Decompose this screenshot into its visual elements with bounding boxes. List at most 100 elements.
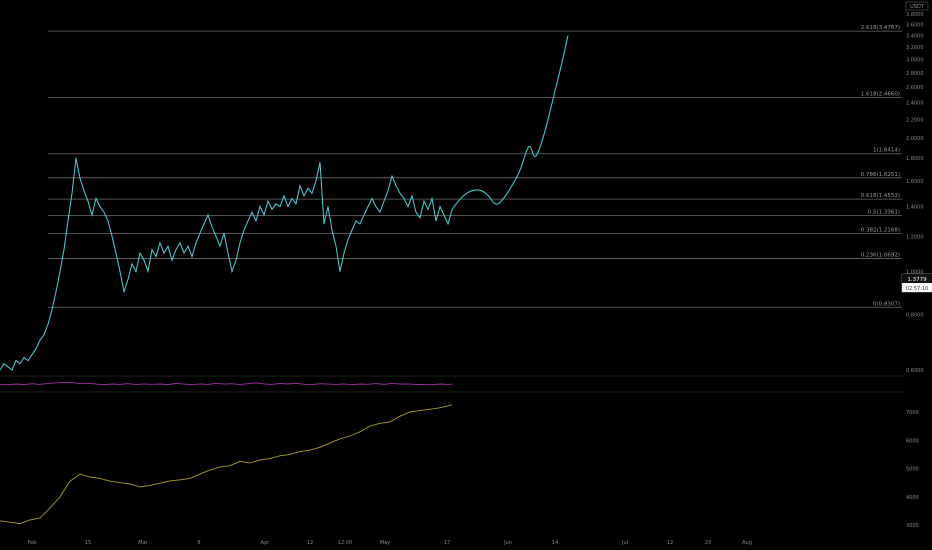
price-point: [375, 206, 377, 208]
price-point: [127, 278, 129, 280]
time-tick-label: 12:00: [338, 540, 352, 546]
volume-point: [89, 476, 91, 478]
price-point: [335, 245, 337, 247]
volume-point: [199, 473, 201, 475]
price-tick-label: 3.8000: [906, 12, 924, 18]
price-point: [19, 363, 21, 365]
price-point: [215, 235, 217, 237]
rsi-point: [199, 383, 201, 385]
volume-point: [289, 453, 291, 455]
time-tick-label: 23: [705, 540, 711, 546]
last-price-value: 1.3779: [907, 277, 927, 283]
volume-point: [359, 431, 361, 433]
price-point: [31, 354, 33, 356]
rsi-point: [343, 383, 345, 385]
rsi-point: [119, 384, 121, 385]
rsi-point: [159, 383, 161, 385]
time-tick-label: 12: [307, 540, 313, 546]
rsi-point: [95, 383, 97, 385]
chart-background: [0, 0, 932, 550]
rsi-point: [359, 383, 361, 385]
price-point: [303, 195, 305, 197]
fib-level-label: 0.236(1.0692): [861, 253, 900, 259]
countdown-timer: 02:57:10: [906, 286, 928, 292]
price-point: [163, 252, 165, 254]
rsi-point: [255, 382, 257, 384]
price-point: [79, 177, 81, 179]
fib-level-label: 0.786(1.6251): [861, 172, 900, 178]
rsi-point: [71, 382, 73, 383]
price-point: [175, 249, 177, 251]
time-tick-label: Feb: [28, 540, 37, 546]
volume-point: [419, 410, 421, 411]
price-point: [363, 214, 365, 216]
rsi-point: [231, 383, 233, 385]
price-point: [339, 270, 341, 272]
price-point: [227, 252, 229, 254]
price-tick-label: 1.8000: [906, 156, 924, 162]
price-point: [239, 242, 241, 244]
price-point: [331, 229, 333, 231]
fib-level-label: 1.618(2.4660): [861, 91, 900, 97]
fib-level-label: 0(0.8307): [873, 301, 900, 307]
price-point: [167, 245, 169, 247]
rsi-point: [215, 382, 217, 384]
chart-canvas[interactable]: USDT 2.618(3.4767) 1.618(2.4660) 1(1.8414)…: [0, 0, 932, 550]
price-point: [235, 259, 237, 261]
volume-point: [99, 477, 101, 479]
volume-point: [379, 422, 381, 424]
fib-level-label: 0.5(1.3361): [868, 210, 900, 216]
volume-point: [119, 482, 121, 484]
price-point: [411, 195, 413, 197]
rsi-point: [247, 383, 249, 384]
price-point: [67, 220, 69, 222]
price-point: [119, 270, 121, 272]
price-point: [99, 206, 101, 208]
rsi-point: [351, 384, 353, 386]
price-point: [315, 180, 317, 182]
price-point: [451, 209, 453, 211]
rsi-point: [447, 384, 449, 385]
price-point: [407, 206, 409, 208]
price-point: [15, 360, 17, 362]
rsi-point: [399, 383, 401, 385]
time-tick-label: May: [380, 540, 390, 546]
time-tick-label: 8: [197, 540, 200, 546]
volume-point: [59, 496, 61, 498]
rsi-point: [327, 383, 329, 385]
price-point: [115, 252, 117, 254]
time-tick-label: Mar: [138, 540, 148, 546]
price-point: [287, 206, 289, 208]
price-point: [347, 239, 349, 241]
price-point: [415, 211, 417, 213]
price-point: [35, 348, 37, 350]
price-point: [191, 256, 193, 258]
rsi-point: [135, 384, 137, 385]
price-point: [187, 245, 189, 247]
rsi-point: [31, 383, 33, 385]
rsi-point: [55, 382, 57, 384]
price-point: [111, 235, 113, 237]
price-point: [183, 252, 185, 254]
price-point: [271, 208, 273, 210]
volume-point: [339, 438, 341, 440]
volume-tick-label: 3000: [906, 523, 919, 529]
price-point: [283, 195, 285, 197]
volume-point: [39, 517, 41, 519]
price-point: [147, 270, 149, 272]
price-point: [139, 252, 141, 254]
volume-point: [139, 486, 141, 488]
volume-tick-label: 6000: [906, 438, 919, 444]
price-tick-label: 3.0000: [906, 58, 924, 64]
price-point: [447, 223, 449, 225]
price-point: [395, 185, 397, 187]
price-point: [63, 249, 65, 251]
price-point: [7, 366, 9, 368]
volume-point: [451, 404, 453, 406]
volume-point: [49, 507, 51, 509]
price-point: [211, 226, 213, 228]
rsi-point: [271, 384, 273, 385]
price-point: [391, 175, 393, 177]
rsi-point: [303, 383, 305, 385]
price-point: [243, 229, 245, 231]
